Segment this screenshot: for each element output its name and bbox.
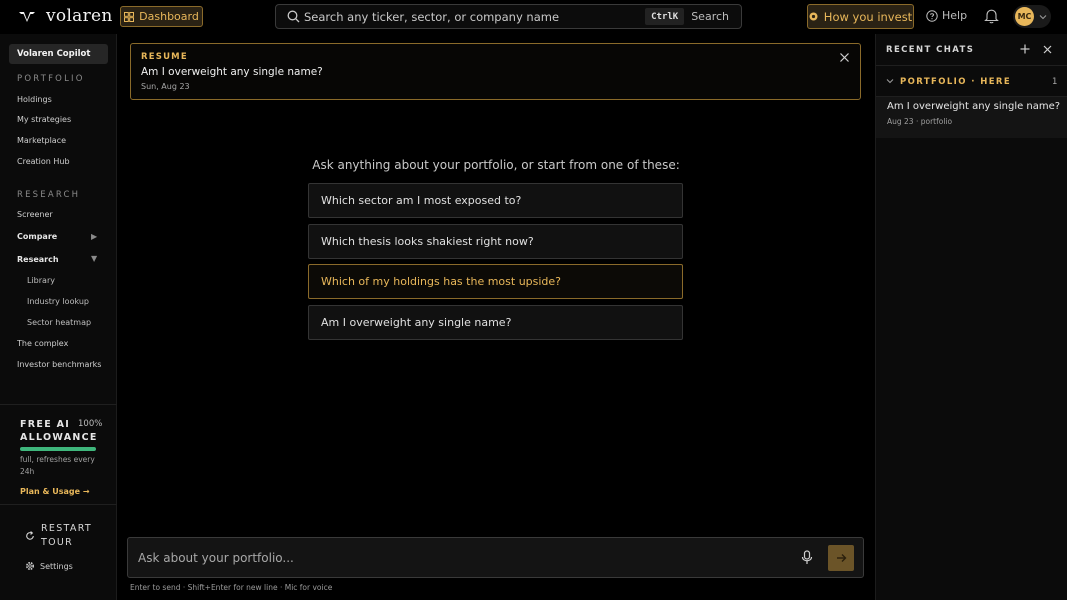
restart-icon [26,531,34,540]
chat-main: RESUME Am I overweight any single name? … [118,34,874,600]
dashboard-label: Dashboard [139,10,199,23]
dashboard-button[interactable]: Dashboard [120,6,203,27]
settings-button[interactable]: Settings [25,561,73,571]
bell-icon [984,9,999,24]
help-button[interactable]: Help [926,9,967,22]
microphone-icon[interactable] [801,550,813,565]
sidebar-item-sector-heatmap[interactable]: Sector heatmap [27,318,91,327]
recent-chat-item[interactable]: Am I overweight any single name? Aug 23 … [876,97,1067,138]
allowance-progress-bar [20,447,96,451]
recent-chats-title: RECENT CHATS [886,45,975,55]
allowance-percent: 100% [78,419,103,429]
how-you-invest-button[interactable]: How you invest [807,4,914,29]
suggestion-button[interactable]: Which thesis looks shakiest right now? [308,224,683,259]
chat-input-box[interactable]: Ask about your portfolio... [127,537,864,578]
dashboard-grid-icon [124,11,135,22]
ai-allowance-panel: FREE AI ALLOWANCE 100% full, refreshes e… [0,404,117,504]
sidebar-item-copilot[interactable]: Volaren Copilot [9,44,108,64]
settings-label: Settings [40,561,73,571]
resume-title: Am I overweight any single name? [141,66,323,78]
close-icon[interactable] [1043,45,1052,54]
sidebar-item-industry-lookup[interactable]: Industry lookup [27,297,89,306]
chat-group-portfolio[interactable]: PORTFOLIO · HERE 1 [876,67,1067,97]
resume-tag: RESUME [141,52,188,62]
triangle-right-icon[interactable]: ▶ [91,232,97,241]
search-button[interactable]: Search [691,10,729,23]
notifications-button[interactable] [984,8,999,28]
search-icon [287,10,300,23]
how-you-invest-label: How you invest [823,9,913,24]
recent-chat-meta: Aug 23 · portfolio [887,117,953,126]
recent-chat-title: Am I overweight any single name? [887,101,1061,112]
plus-icon[interactable] [1019,43,1031,55]
sidebar-item-creation-hub[interactable]: Creation Hub [17,157,70,166]
suggestion-button[interactable]: Which sector am I most exposed to? [308,183,683,218]
search-input[interactable]: Search any ticker, sector, or company na… [304,10,645,24]
sidebar-footer: RESTART TOUR Settings [0,504,117,600]
logo-mark-icon [19,12,35,22]
allowance-progress-fill [20,447,96,451]
logo[interactable]: volaren [18,6,113,26]
account-menu[interactable]: MC [1013,5,1051,28]
logo-text: volaren [46,6,113,26]
suggestion-button[interactable]: Which of my holdings has the most upside… [308,264,683,299]
top-bar: volaren Dashboard Search any ticker, sec… [0,0,1067,34]
chevron-down-icon [1039,14,1047,19]
sidebar-item-my-strategies[interactable]: My strategies [17,115,71,124]
help-label: Help [942,9,968,22]
recent-chats-header: RECENT CHATS [876,34,1067,66]
chat-input[interactable]: Ask about your portfolio... [138,551,294,565]
restart-tour-button[interactable]: RESTART TOUR [25,522,91,550]
chevron-down-icon [886,79,894,84]
close-icon[interactable] [839,52,850,63]
chat-group-title: PORTFOLIO · HERE [900,77,1012,87]
sidebar-item-library[interactable]: Library [27,276,55,285]
section-title-research: RESEARCH [17,190,81,200]
recent-chats-panel: RECENT CHATS PORTFOLIO · HERE 1 Am I ove… [875,34,1067,600]
section-title-portfolio: PORTFOLIO [17,74,85,84]
avatar: MC [1015,7,1034,26]
input-hint: Enter to send · Shift+Enter for new line… [130,583,333,592]
resume-date: Sun, Aug 23 [141,82,190,91]
send-button[interactable] [828,545,854,571]
triangle-down-icon[interactable]: ▼ [91,254,97,263]
sidebar-item-screener[interactable]: Screener [17,210,53,219]
sidebar-item-investor-benchmarks[interactable]: Investor benchmarks [17,360,101,369]
search-shortcut: CtrlK [645,8,685,25]
restart-tour-label: RESTART TOUR [41,523,93,548]
chat-prompt: Ask anything about your portfolio, or st… [312,158,680,172]
allowance-title: FREE AI ALLOWANCE [20,419,98,443]
sidebar-item-holdings[interactable]: Holdings [17,95,52,104]
resume-card[interactable]: RESUME Am I overweight any single name? … [130,43,861,100]
allowance-note: full, refreshes every 24h [20,455,95,476]
help-circle-icon [926,9,938,22]
arrow-right-icon [836,554,846,562]
gear-icon [25,561,35,571]
suggestion-button[interactable]: Am I overweight any single name? [308,305,683,340]
sidebar-item-research[interactable]: Research [17,255,59,264]
coin-icon [809,12,818,21]
chat-group-count: 1 [1052,77,1058,87]
left-sidebar: Volaren Copilot PORTFOLIO Holdings My st… [0,34,117,600]
sidebar-item-marketplace[interactable]: Marketplace [17,136,66,145]
sidebar-item-the-complex[interactable]: The complex [17,339,68,348]
plan-usage-link[interactable]: Plan & Usage → [20,487,90,496]
search-bar[interactable]: Search any ticker, sector, or company na… [275,4,742,29]
sidebar-item-compare[interactable]: Compare [17,232,57,241]
